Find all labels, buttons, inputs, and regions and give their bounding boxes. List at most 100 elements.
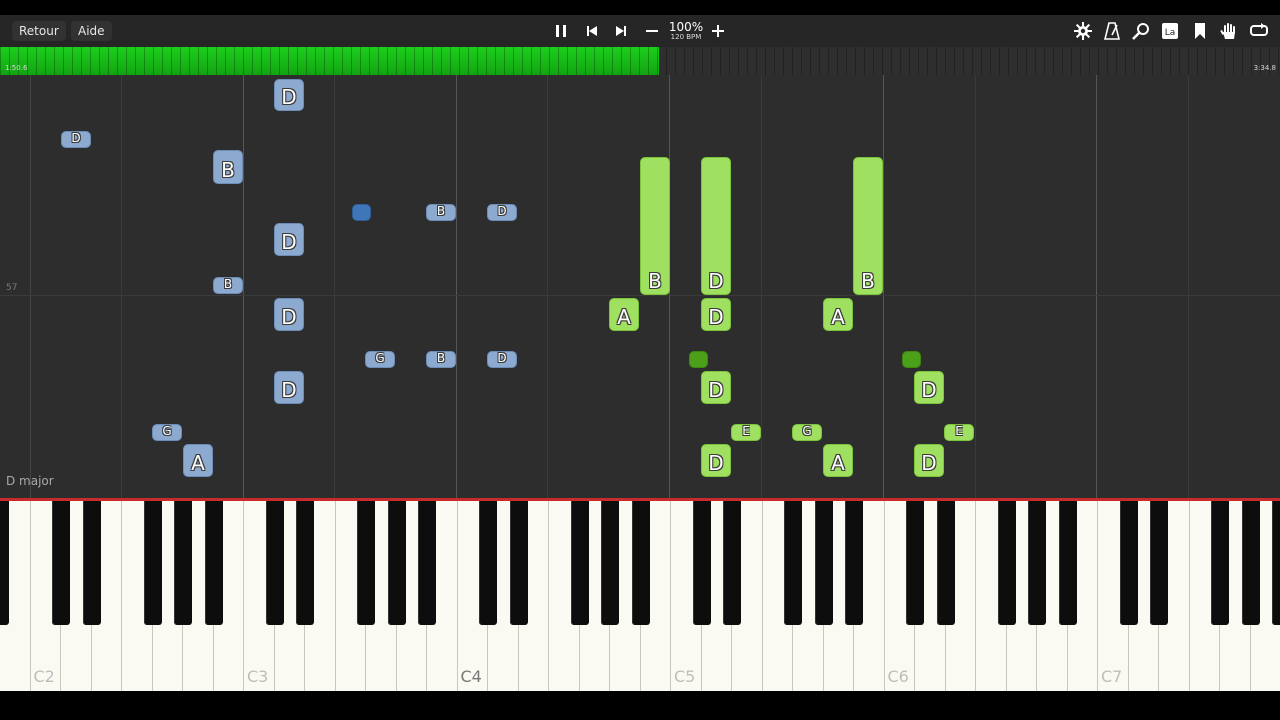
- left-hand-note: G: [365, 351, 395, 368]
- note-name-icon[interactable]: La: [1159, 20, 1181, 42]
- right-hand-note: D: [701, 371, 731, 404]
- black-key[interactable]: [143, 501, 162, 625]
- note-label: D: [708, 451, 724, 475]
- help-button[interactable]: Aide: [71, 21, 112, 41]
- loop-icon[interactable]: [1248, 20, 1270, 42]
- speed-display: 100% 120 BPM: [664, 21, 708, 41]
- note-label: D: [921, 378, 937, 402]
- skip-back-icon[interactable]: [581, 20, 603, 42]
- grid-line: [243, 75, 244, 498]
- piano-keyboard[interactable]: C2 C3 C4 C5 C6 C7: [0, 501, 1280, 691]
- black-key[interactable]: [204, 501, 223, 625]
- black-key[interactable]: [1028, 501, 1046, 625]
- note-label: D: [497, 351, 507, 365]
- grid-line: [761, 75, 762, 498]
- right-hand-note: D: [701, 157, 731, 295]
- black-key[interactable]: [387, 501, 406, 625]
- left-hand-note: D: [487, 351, 517, 368]
- right-hand-note: [689, 351, 708, 368]
- black-key[interactable]: [601, 501, 619, 625]
- black-key[interactable]: [296, 501, 314, 625]
- black-key[interactable]: [509, 501, 528, 625]
- black-key[interactable]: [418, 501, 436, 625]
- note-label: D: [497, 204, 507, 218]
- left-hand-note: D: [274, 298, 304, 331]
- hand-icon[interactable]: [1218, 20, 1240, 42]
- left-hand-note: D: [274, 223, 304, 256]
- note-label: D: [281, 85, 297, 109]
- left-hand-note: D: [274, 79, 304, 111]
- right-hand-note: [902, 351, 921, 368]
- left-hand-note: D: [487, 204, 517, 221]
- note-label: D: [281, 230, 297, 254]
- pause-icon[interactable]: [550, 20, 572, 42]
- black-key[interactable]: [82, 501, 101, 625]
- note-label: B: [436, 351, 446, 365]
- black-key[interactable]: [0, 501, 9, 625]
- right-hand-note: G: [792, 424, 822, 441]
- search-icon[interactable]: [1130, 20, 1152, 42]
- black-key[interactable]: [1241, 501, 1260, 625]
- black-key[interactable]: [997, 501, 1016, 625]
- left-hand-note: D: [274, 371, 304, 404]
- progress-ticks: [0, 47, 1280, 75]
- black-key[interactable]: [845, 501, 863, 625]
- skip-forward-icon[interactable]: [610, 20, 632, 42]
- back-button[interactable]: Retour: [12, 21, 66, 41]
- grid-line: [30, 75, 31, 498]
- bookmark-icon[interactable]: [1189, 20, 1211, 42]
- right-hand-note: A: [609, 298, 639, 331]
- plus-icon[interactable]: [707, 20, 729, 42]
- progress-bar[interactable]: 1:50.6 3:34.8: [0, 47, 1280, 75]
- bottom-bar: [0, 691, 1280, 720]
- black-key[interactable]: [631, 501, 650, 625]
- row-label: 57: [6, 283, 18, 293]
- right-hand-note: B: [640, 157, 670, 295]
- note-label: G: [162, 424, 172, 438]
- note-label: D: [708, 378, 724, 402]
- right-hand-note: D: [701, 298, 731, 331]
- black-key[interactable]: [174, 501, 192, 625]
- grid-line: [547, 75, 548, 498]
- octave-label: C2: [33, 667, 55, 686]
- grid-line: [334, 75, 335, 498]
- note-label: A: [831, 305, 845, 329]
- grid-line: [1096, 75, 1097, 498]
- octave-label: C5: [674, 667, 696, 686]
- total-time: 3:34.8: [1253, 64, 1276, 72]
- black-key[interactable]: [265, 501, 284, 625]
- black-key[interactable]: [357, 501, 375, 625]
- black-key[interactable]: [1058, 501, 1077, 625]
- black-key[interactable]: [1150, 501, 1168, 625]
- minus-icon[interactable]: [641, 20, 663, 42]
- gear-icon[interactable]: [1072, 20, 1094, 42]
- note-label: D: [281, 305, 297, 329]
- left-hand-note: B: [426, 204, 456, 221]
- black-key[interactable]: [936, 501, 955, 625]
- black-key[interactable]: [1211, 501, 1229, 625]
- right-hand-note: A: [823, 444, 853, 477]
- right-hand-note: E: [944, 424, 974, 441]
- octave-label: C4: [460, 667, 482, 686]
- black-key[interactable]: [692, 501, 711, 625]
- note-label: G: [802, 424, 812, 438]
- left-hand-note: G: [152, 424, 182, 441]
- metronome-icon[interactable]: [1101, 20, 1123, 42]
- speed-bpm: 120 BPM: [670, 33, 702, 41]
- right-hand-note: D: [914, 444, 944, 477]
- black-key[interactable]: [906, 501, 924, 625]
- black-key[interactable]: [52, 501, 70, 625]
- note-label: B: [221, 158, 235, 182]
- black-key[interactable]: [479, 501, 497, 625]
- note-label: B: [223, 277, 233, 291]
- black-key[interactable]: [723, 501, 741, 625]
- black-key[interactable]: [570, 501, 589, 625]
- black-key[interactable]: [814, 501, 833, 625]
- black-key[interactable]: [784, 501, 802, 625]
- black-key[interactable]: [1119, 501, 1138, 625]
- piano-roll: 57 D major DDBDBDBDGBDDGABDBADADDEGEDAD: [0, 75, 1280, 498]
- note-label: A: [617, 305, 631, 329]
- black-key[interactable]: [1272, 501, 1280, 625]
- toolbar: Retour Aide 100% 120 BPM La: [0, 15, 1280, 47]
- left-hand-note: [352, 204, 371, 221]
